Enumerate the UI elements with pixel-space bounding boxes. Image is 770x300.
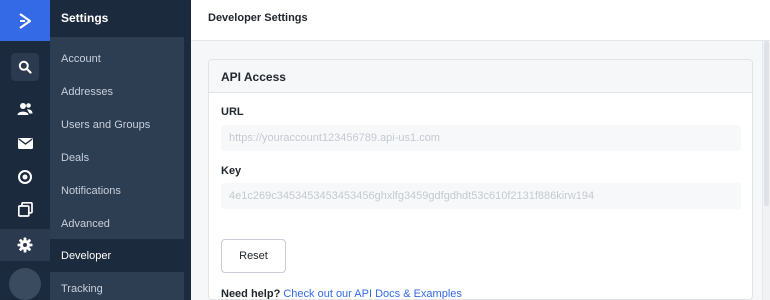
avatar[interactable] xyxy=(9,268,41,300)
page-title: Developer Settings xyxy=(191,0,770,41)
icon-rail xyxy=(0,0,50,300)
mail-icon[interactable] xyxy=(0,128,50,158)
sidebar-item-advanced[interactable]: Advanced xyxy=(50,207,184,240)
main-scrollbar[interactable] xyxy=(762,41,770,300)
api-access-card: API Access URL https://youraccount123456… xyxy=(208,59,753,300)
sidebar-item-addresses[interactable]: Addresses xyxy=(50,75,184,108)
sidebar-title: Settings xyxy=(50,0,191,37)
help-text: Need help? Check out our API Docs & Exam… xyxy=(221,288,462,300)
key-field[interactable]: 4e1c269c3453453453453456ghxlfg3459gdfgdh… xyxy=(221,183,741,209)
sidebar-scrollbar[interactable] xyxy=(184,37,191,300)
content-area: API Access URL https://youraccount123456… xyxy=(191,41,770,300)
sidebar-item-deals[interactable]: Deals xyxy=(50,141,184,174)
logo-chevron-icon[interactable] xyxy=(0,0,50,41)
main-scrollbar-thumb[interactable] xyxy=(764,41,769,206)
pages-icon[interactable] xyxy=(0,194,50,224)
url-field[interactable]: https://youraccount123456789.api-us1.com xyxy=(221,125,741,151)
help-prefix: Need help? xyxy=(221,288,281,300)
url-label: URL xyxy=(221,106,244,118)
sidebar-item-tracking[interactable]: Tracking xyxy=(50,272,184,300)
gear-icon[interactable] xyxy=(0,229,50,261)
reset-button[interactable]: Reset xyxy=(221,239,286,273)
api-docs-link[interactable]: Check out our API Docs & Examples xyxy=(283,288,462,299)
contacts-icon[interactable] xyxy=(0,94,50,124)
sidebar-item-notifications[interactable]: Notifications xyxy=(50,174,184,207)
search-icon xyxy=(11,53,39,81)
search-button[interactable] xyxy=(0,52,50,82)
key-label: Key xyxy=(221,165,242,177)
target-icon[interactable] xyxy=(0,162,50,192)
sidebar-item-users-and-groups[interactable]: Users and Groups xyxy=(50,108,184,141)
main-panel: Developer Settings API Access URL https:… xyxy=(191,0,770,300)
settings-sidebar: Settings Account Addresses Users and Gro… xyxy=(50,0,191,300)
sidebar-item-account[interactable]: Account xyxy=(50,42,184,75)
api-access-title: API Access xyxy=(209,60,752,93)
sidebar-item-developer[interactable]: Developer xyxy=(50,239,191,272)
